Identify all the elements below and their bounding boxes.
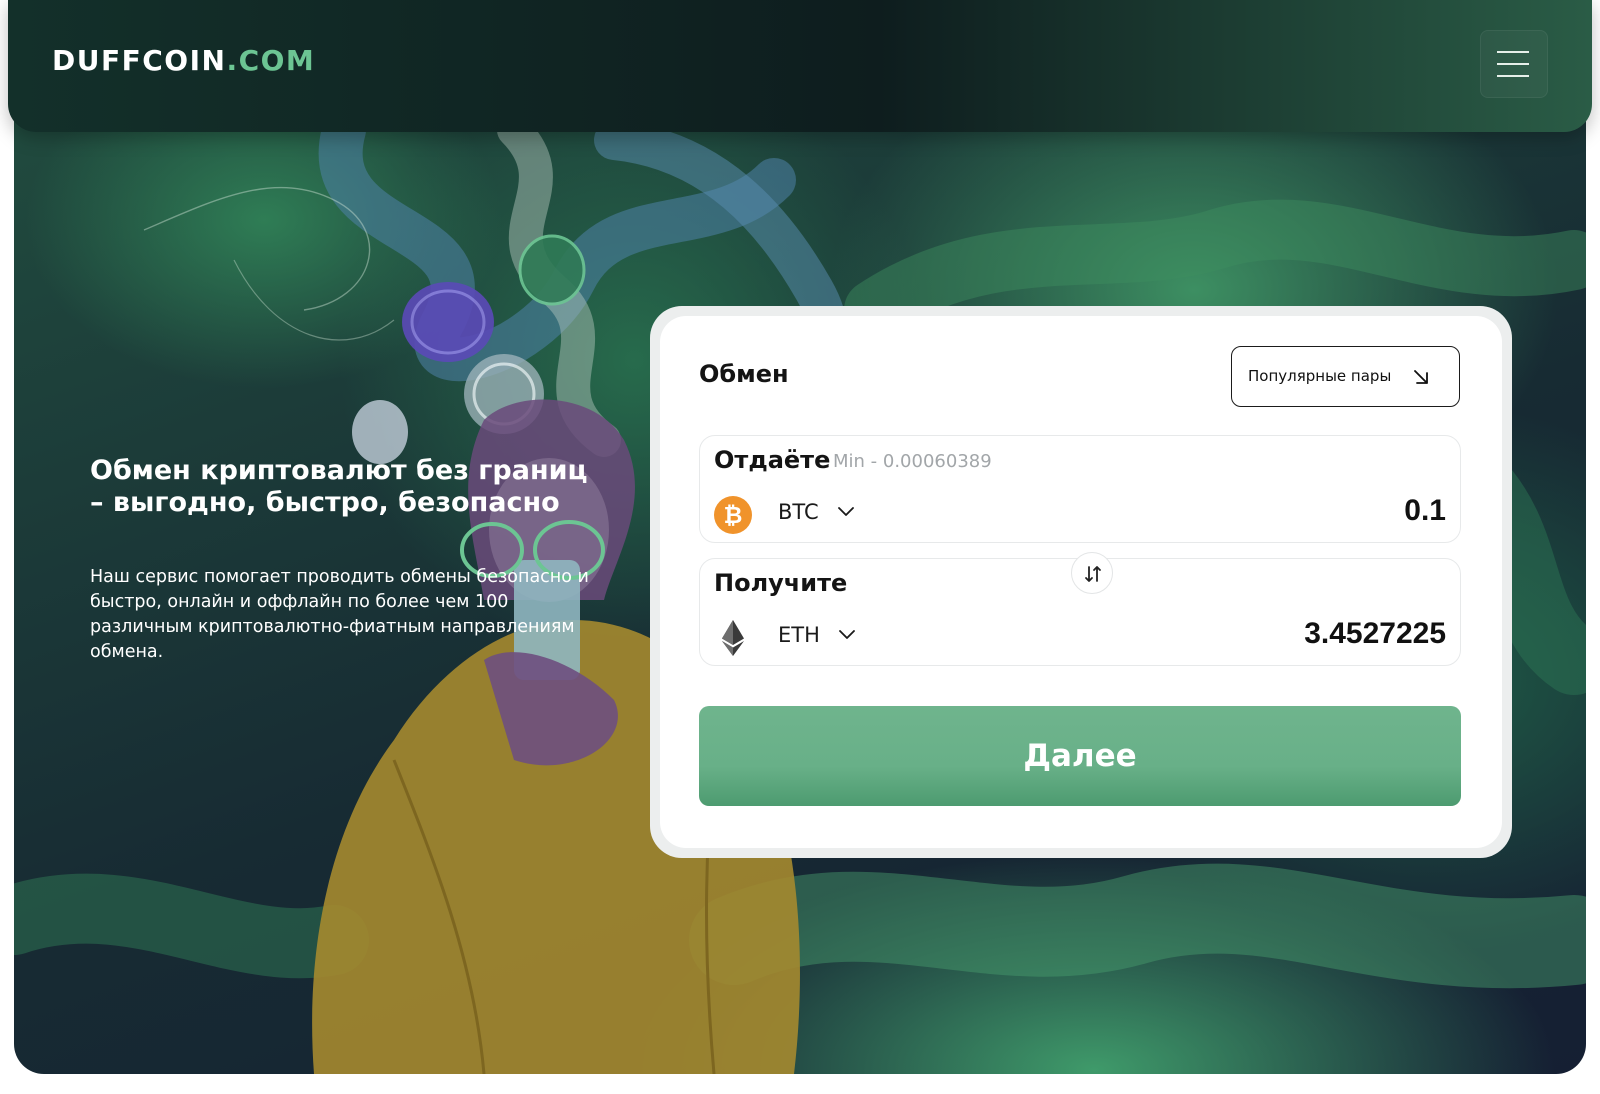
svg-text:₿: ₿ (724, 503, 743, 529)
menu-button[interactable] (1480, 30, 1548, 98)
hero-description: Наш сервис помогает проводить обмены без… (90, 567, 589, 662)
receive-label: Получите (714, 569, 848, 597)
arrow-down-right-icon (1414, 370, 1428, 384)
send-label: Отдаёте (714, 446, 831, 474)
logo-main-text: DUFFCOIN (52, 44, 227, 77)
bitcoin-icon: ₿ (714, 496, 752, 534)
swap-button[interactable] (1071, 552, 1113, 594)
send-field: Отдаёте Min - 0.00060389 ₿ BTC (699, 435, 1461, 543)
send-coin-select[interactable]: BTC (778, 500, 854, 530)
hero-title: Обмен криптовалют без границ – выгодно, … (90, 455, 588, 518)
swap-arrows-icon (1085, 566, 1101, 582)
exchange-card-frame: Обмен Популярные пары Отдаёте Min - 0.00… (650, 306, 1512, 858)
site-logo[interactable]: DUFFCOIN.COM (52, 44, 315, 77)
ethereum-icon (722, 620, 744, 656)
chevron-down-icon (837, 507, 854, 516)
popular-pairs-button[interactable]: Популярные пары (1231, 346, 1460, 407)
logo-accent-text: .COM (226, 44, 316, 77)
exchange-card: Обмен Популярные пары Отдаёте Min - 0.00… (660, 316, 1502, 848)
receive-amount-input[interactable] (1146, 617, 1446, 651)
send-amount-input[interactable] (1146, 494, 1446, 528)
exchange-title: Обмен (699, 360, 789, 388)
chevron-down-icon (839, 630, 855, 639)
site-header: DUFFCOIN.COM (8, 0, 1592, 132)
send-coin-code: BTC (778, 500, 819, 524)
receive-coin-select[interactable]: ETH (778, 623, 855, 653)
send-min-hint: Min - 0.00060389 (833, 451, 992, 472)
popular-pairs-label: Популярные пары (1248, 367, 1392, 385)
next-button[interactable]: Далее (699, 706, 1461, 806)
receive-coin-code: ETH (778, 623, 820, 647)
